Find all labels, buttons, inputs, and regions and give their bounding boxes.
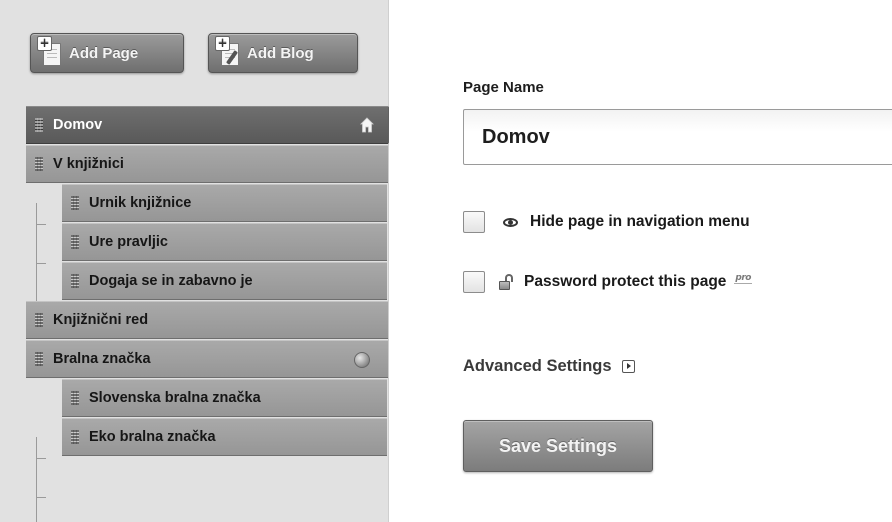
- sidebar-item-ure-pravljic[interactable]: Ure pravljic: [62, 223, 387, 261]
- sidebar-item-label: Urnik knjižnice: [89, 195, 192, 211]
- drag-handle-icon[interactable]: [71, 235, 79, 249]
- add-page-button[interactable]: + Add Page: [30, 33, 184, 73]
- page-name-input[interactable]: [463, 109, 892, 165]
- add-page-label: Add Page: [69, 44, 139, 62]
- add-blog-icon: +: [215, 36, 241, 67]
- sidebar-item-bralna-znacka[interactable]: Bralna značka: [26, 340, 388, 378]
- sidebar-item-label: Slovenska bralna značka: [89, 390, 261, 406]
- password-protect-label: Password protect this page: [524, 273, 727, 290]
- page-settings-panel: Page Name Hide page in navigation menu P…: [389, 0, 892, 522]
- tree-connector: [36, 458, 46, 459]
- add-blog-label: Add Blog: [247, 44, 314, 62]
- advanced-settings-label: Advanced Settings: [463, 357, 612, 375]
- sidebar-item-slovenska-bralna-znacka[interactable]: Slovenska bralna značka: [62, 379, 387, 417]
- drag-handle-icon[interactable]: [71, 430, 79, 444]
- globe-icon: [354, 352, 370, 368]
- home-icon: [360, 117, 374, 133]
- add-page-icon: +: [37, 36, 63, 67]
- drag-handle-icon[interactable]: [35, 157, 43, 171]
- password-protect-option: Password protect this page pro: [463, 268, 752, 296]
- tree-connector: [36, 497, 46, 498]
- hide-page-checkbox[interactable]: [463, 211, 485, 233]
- sidebar-item-dogaja-se[interactable]: Dogaja se in zabavno je: [62, 262, 387, 300]
- password-protect-checkbox[interactable]: [463, 271, 485, 293]
- sidebar-item-knjiznicni-red[interactable]: Knjižnični red: [26, 301, 388, 339]
- sidebar-item-v-knjiznici[interactable]: V knjižnici: [26, 145, 388, 183]
- sidebar-item-label: V knjižnici: [53, 156, 124, 172]
- advanced-settings-toggle[interactable]: Advanced Settings: [463, 357, 635, 376]
- expand-arrow-icon[interactable]: [621, 360, 635, 373]
- lock-icon: [499, 274, 515, 290]
- drag-handle-icon[interactable]: [35, 313, 43, 327]
- sidebar-item-label: Bralna značka: [53, 351, 151, 367]
- sidebar-item-label: Dogaja se in zabavno je: [89, 273, 253, 289]
- sidebar-item-eko-bralna-znacka[interactable]: Eko bralna značka: [62, 418, 387, 456]
- sidebar-item-label: Domov: [53, 117, 103, 133]
- page-sidebar: + Add Page + Add Blog Domov V knjižnici …: [0, 0, 402, 522]
- drag-handle-icon[interactable]: [35, 352, 43, 366]
- pro-badge: pro: [734, 272, 752, 284]
- add-blog-button[interactable]: + Add Blog: [208, 33, 358, 73]
- drag-handle-icon[interactable]: [35, 118, 43, 132]
- drag-handle-icon[interactable]: [71, 274, 79, 288]
- sidebar-item-urnik-knjiznice[interactable]: Urnik knjižnice: [62, 184, 387, 222]
- sidebar-item-label: Eko bralna značka: [89, 429, 216, 445]
- eye-icon: [503, 217, 518, 227]
- hide-page-label: Hide page in navigation menu: [530, 213, 750, 230]
- sidebar-item-label: Knjižnični red: [53, 312, 149, 328]
- hide-page-option: Hide page in navigation menu: [463, 208, 750, 236]
- sidebar-item-domov[interactable]: Domov: [26, 106, 402, 144]
- page-name-label: Page Name: [463, 79, 544, 96]
- page-tree: Domov V knjižnici Urnik knjižnice Ure pr…: [26, 106, 402, 457]
- drag-handle-icon[interactable]: [71, 196, 79, 210]
- sidebar-item-label: Ure pravljic: [89, 234, 168, 250]
- save-settings-button[interactable]: Save Settings: [463, 420, 653, 472]
- drag-handle-icon[interactable]: [71, 391, 79, 405]
